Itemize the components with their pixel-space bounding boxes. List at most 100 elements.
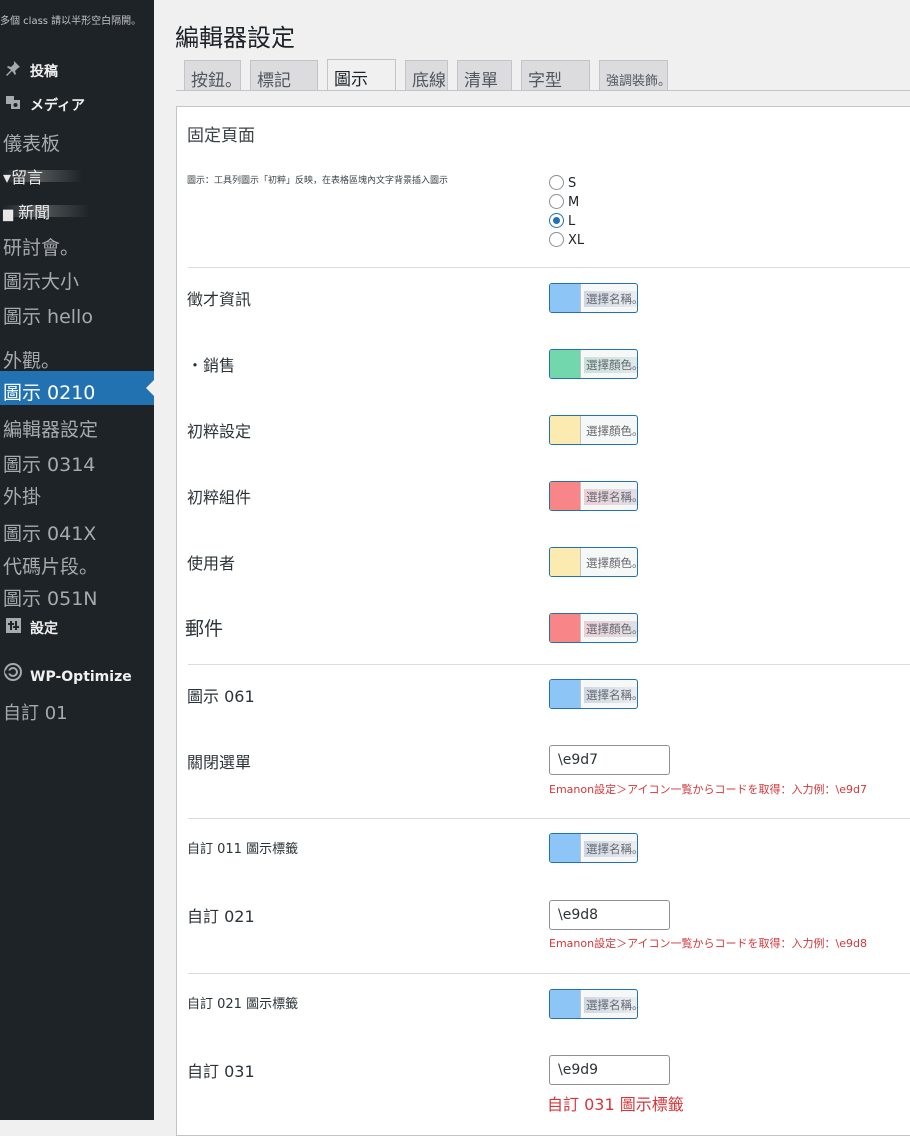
size-radio-s[interactable]: S [549,175,576,191]
color-swatch [550,614,581,642]
settings-panel [176,106,910,1136]
icon-code-hint: 自訂 031 圖示標籤 [547,1095,684,1114]
radio-circle[interactable] [549,175,564,190]
tab-underline[interactable]: 底線 [405,60,448,90]
tab-divider [176,90,910,91]
color-swatch [550,416,581,444]
radio-circle[interactable] [549,232,564,247]
sidebar-item-icon-0314[interactable]: 圖示 0314 [3,450,95,477]
color-picker-recruit[interactable]: 選擇名稱。 [549,283,638,313]
color-picker-sales[interactable]: 選擇顏色。 [549,349,638,379]
sidebar-item-icon-0210[interactable]: 圖示 0210 [0,371,154,405]
color-picker-components[interactable]: 選擇名稱。 [549,481,638,511]
row-label-users: 使用者 [187,554,236,573]
radio-circle-selected[interactable] [549,213,564,228]
color-picker-label: 選擇名稱。 [584,687,637,703]
color-picker-icon-061[interactable]: 選擇名稱。 [549,679,638,709]
tab-lists[interactable]: 清單 [457,60,512,90]
icon-size-label: 圖示：工具列圖示「初粹」反映，在表格區塊內文字背景插入圖示 [187,176,449,186]
sidebar-item-editor-settings[interactable]: 編輯器設定 [3,415,98,442]
color-picker-custom-021-tag[interactable]: 選擇名稱。 [549,989,638,1019]
sidebar-item-settings[interactable]: 設定 [4,618,58,638]
row-label-sales: ・銷售 [187,356,236,375]
color-picker-users[interactable]: 選擇顏色。 [549,547,638,577]
color-picker-label: 選擇顏色。 [584,621,637,637]
row-label-settings: 初粹設定 [187,422,252,441]
sidebar-item-icon-hello[interactable]: 圖示 hello [3,302,93,329]
color-swatch [550,548,581,576]
icon-code-input-custom-031[interactable] [549,1055,670,1085]
radio-circle[interactable] [549,194,564,209]
size-radio-l[interactable]: L [549,213,575,229]
wp-optimize-icon [4,663,22,685]
icon-code-input-custom-021[interactable] [549,900,670,930]
color-swatch [550,350,581,378]
sidebar-item-seminar[interactable]: 研討會。 [3,233,79,260]
size-radio-xl[interactable]: XL [549,232,584,248]
sidebar-item-plugins[interactable]: 外掛 [3,482,41,509]
row-label-custom-011: 自訂 011 圖示標籤 [187,842,299,857]
color-picker-label: 選擇名稱。 [584,489,637,505]
section-divider [188,818,910,819]
sidebar-note: 多個 class 請以半形空白隔開。 [0,16,142,27]
radio-label: M [568,195,580,210]
admin-sidebar: 多個 class 請以半形空白隔開。 投稿 メディア 儀表板 ▾留言 ▆ 新聞 … [0,0,154,1120]
page-title: 編輯器設定 [175,24,295,52]
row-label-close-menu: 關閉選單 [187,753,252,772]
row-label-custom-021-tag: 自訂 021 圖示標籤 [187,997,299,1012]
sidebar-item-icon-041x[interactable]: 圖示 041X [3,519,96,546]
color-picker-label: 選擇名稱。 [584,841,637,857]
color-picker-label: 選擇顏色。 [586,424,638,438]
radio-label: S [568,176,577,191]
color-swatch [550,482,581,510]
color-picker-label: 選擇名稱。 [584,997,637,1013]
color-picker-label: 選擇名稱。 [584,291,637,307]
tab-emphasis[interactable]: 強調裝飾。 [599,60,668,90]
color-picker-custom-011[interactable]: 選擇名稱。 [549,833,638,863]
color-swatch [550,990,581,1018]
row-label-mail: 郵件 [185,618,224,640]
sidebar-item-label: 投稿 [30,64,58,80]
settings-icon [4,618,22,637]
icon-code-hint: Emanon設定＞アイコン一覧からコードを取得：入力例：\e9d8 [549,937,867,950]
row-label-icon-061: 圖示 061 [187,687,255,706]
sidebar-item-code-snippets[interactable]: 代碼片段。 [3,552,98,579]
section-divider [188,664,910,665]
sidebar-item-media[interactable]: メディア [4,94,85,115]
row-label-custom-031: 自訂 031 [187,1062,255,1081]
sidebar-item-appearance[interactable]: 外觀。 [3,346,60,373]
icon-code-input-close-menu[interactable] [549,745,670,775]
tab-fonts[interactable]: 字型 [521,60,590,90]
sidebar-item-label: WP-Optimize [30,669,132,685]
row-label-components: 初粹組件 [187,488,252,507]
tab-icons[interactable]: 圖示 [327,59,396,91]
sidebar-item-label: 圖示 0210 [3,382,96,404]
media-icon [4,94,22,114]
color-swatch [550,680,581,708]
sidebar-item-dashboard[interactable]: 儀表板 [3,129,60,156]
sidebar-item-custom-01[interactable]: 自訂 01 [3,699,68,725]
sidebar-item-news[interactable]: ▆ 新聞 [3,199,91,223]
color-swatch [550,834,581,862]
sidebar-item-icon-051n[interactable]: 圖示 051N [3,584,98,611]
color-swatch [550,284,581,312]
sidebar-item-wp-optimize[interactable]: WP-Optimize [4,663,132,685]
section-divider [188,973,910,974]
section-divider [188,267,910,268]
icon-code-hint: Emanon設定＞アイコン一覧からコードを取得：入力例：\e9d7 [549,783,867,796]
color-picker-settings[interactable]: 選擇顏色。 [549,415,638,445]
size-radio-m[interactable]: M [549,194,579,210]
tab-markers[interactable]: 標記 [250,60,318,90]
document-icon: ▆ [3,207,13,222]
comment-icon: ▾ [3,168,12,187]
color-picker-label: 選擇顏色。 [586,556,638,570]
tab-buttons[interactable]: 按鈕。 [184,60,241,90]
sidebar-item-icon-size[interactable]: 圖示大小 [3,267,79,294]
color-picker-label: 選擇顏色。 [584,357,637,373]
radio-label: L [568,214,576,229]
sidebar-item-posts[interactable]: 投稿 [4,60,58,81]
color-picker-mail[interactable]: 選擇顏色。 [549,613,638,643]
sidebar-item-comments[interactable]: ▾留言 [3,164,84,188]
sidebar-item-label: 新聞 [18,203,51,222]
sidebar-item-label: 設定 [30,621,58,637]
